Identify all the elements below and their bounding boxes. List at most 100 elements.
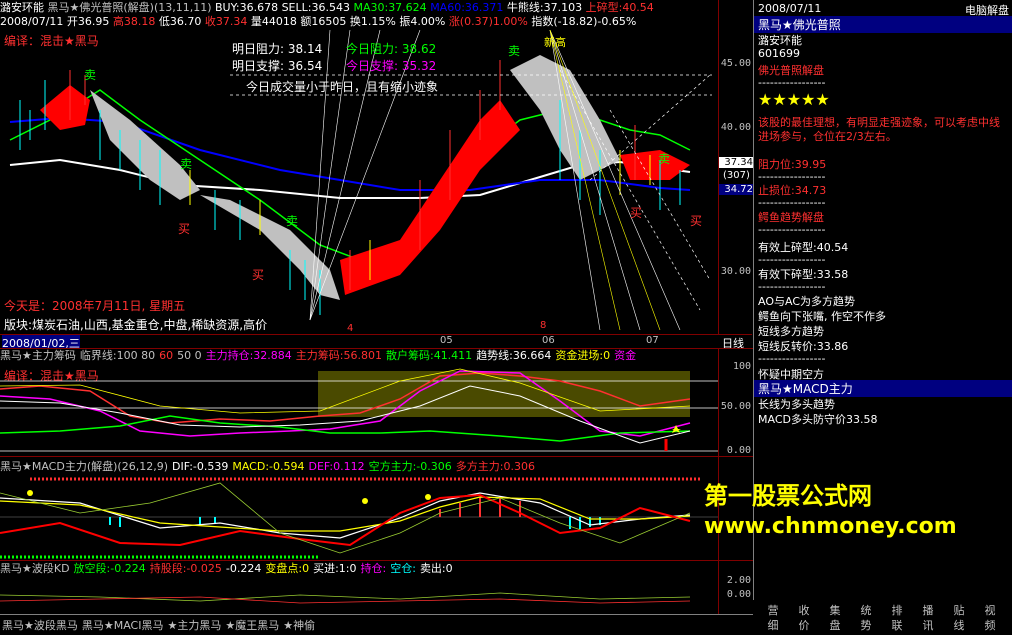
stock-name: 潞安环能 (0, 1, 44, 14)
header-value: 持仓: (360, 562, 387, 575)
quote-low: 低36.70 (158, 15, 202, 28)
side-tab[interactable]: 线 (947, 617, 971, 633)
sell-mark: 卖 (84, 68, 97, 82)
sell-value: SELL:36.543 (281, 1, 350, 14)
chip-chart (0, 368, 718, 452)
site-watermark-url: www.chnmoney.com (704, 514, 957, 539)
indicator-tabs: 黑马★波段黑马 黑马★MACI黑马 ★主力黑马 ★魔王黑马 ★神偷 (0, 614, 753, 635)
up-fractal-value: 上碎型:40.54 (585, 1, 654, 14)
kd-axis: 2.00 0.00 (718, 560, 753, 615)
separator: ----------------- (758, 223, 826, 236)
side-tab[interactable]: 播 (916, 602, 940, 618)
panel-stock-code: 601699 (758, 47, 800, 60)
macd-header: 黑马★MACD主力(解盘)(26,12,9) DIF:-0.539 MACD:-0.… (0, 460, 539, 474)
quote-index: 指数(-18.82)-0.65% (531, 15, 637, 28)
macd-panel[interactable]: 黑马★MACD主力(解盘)(26,12,9) DIF:-0.539 MACD:-0.… (0, 456, 718, 561)
header-value: 黑马★波段KD (0, 562, 70, 575)
site-watermark-title: 第一股票公式网 (704, 482, 872, 510)
advice-text: 该股的最佳理想，有明显走强迹象，可以考虑中线进场参与，仓位在2/3左右。 (758, 116, 1000, 143)
side-tabs: 营收集统排播贴视细价盘势联讯线频 (753, 600, 1012, 634)
quote-volume: 量44018 (250, 15, 297, 28)
side-tab[interactable]: 收 (792, 602, 816, 618)
header-value: MACD:-0.594 (232, 460, 305, 473)
quote-turnover: 换1.15% (349, 15, 396, 28)
quote-amplitude: 振4.00% (399, 15, 446, 28)
rating-stars: ★★★★★ (758, 90, 830, 109)
kd-header: 黑马★波段KD 放空段:-0.224 持股段:-0.025 -0.224 变盘点:0 买进… (0, 562, 457, 576)
side-tab[interactable]: 贴 (947, 602, 971, 618)
panel-stock-name: 潞安环能 (758, 34, 802, 47)
header-value: 多方主力:0.306 (455, 460, 535, 473)
sector-text: 版块:煤炭石油,山西,基金重仓,中盘,稀缺资源,高价 (4, 318, 268, 332)
kd-panel[interactable]: 黑马★波段KD 放空段:-0.224 持股段:-0.025 -0.224 变盘点:0 买进… (0, 560, 718, 615)
sell-mark: 卖 (286, 214, 299, 228)
axis-label: 100 (732, 361, 751, 372)
side-tab[interactable]: 势 (854, 617, 878, 633)
chip-panel[interactable]: 黑马★主力筹码 临界线:100 80 60 50 0 主力持仓:32.884 主力筹码:5… (0, 348, 718, 457)
trend-line: 鳄鱼向下张嘴, 作空不作多 (758, 310, 886, 323)
bar-count: (307) (723, 170, 750, 181)
chip-axis: 100 50.00 0.00 (718, 348, 753, 457)
header-value: 卖出:0 (419, 562, 453, 575)
month-label: 8 (540, 320, 547, 331)
side-tab[interactable]: 统 (854, 602, 878, 618)
separator: ----------------- (758, 196, 826, 209)
tomorrow-support: 明日支撑: 36.54 (232, 59, 323, 73)
macd-line: 长线为多头趋势 (758, 398, 835, 411)
axis-label: 50.00 (720, 401, 751, 412)
separator: ----------------- (758, 76, 826, 89)
kd-chart (0, 592, 691, 604)
macd-title: 黑马★MACD主力 (754, 380, 1012, 397)
axis-label: 0.00 (726, 589, 751, 600)
tomorrow-resistance: 明日阻力: 38.14 (232, 42, 323, 56)
date-bar: 2008/01/02,三 05 06 07 日线 (0, 334, 752, 351)
quote-open: 开36.95 (66, 15, 110, 28)
macd-line: MACD多头防守价33.58 (758, 413, 878, 426)
indicator-name: 黑马★佛光普照(解盘)(13,11,11) (47, 1, 212, 14)
tab-demon[interactable]: ★魔王黑马 (223, 615, 281, 635)
tab-maci[interactable]: 黑马★MACI黑马 (80, 615, 166, 635)
axis-label: 45.00 (720, 58, 751, 69)
separator: ----------------- (758, 280, 826, 293)
separator: ----------------- (758, 352, 826, 365)
sell-mark: 卖 (658, 152, 671, 166)
side-tab[interactable]: 营 (761, 602, 785, 618)
volume-note: 今日成交量小于昨日，且有缩小迹象 (246, 80, 439, 94)
side-tab[interactable]: 排 (885, 602, 909, 618)
side-tab[interactable]: 细 (761, 617, 785, 633)
side-tab[interactable]: 视 (978, 602, 1002, 618)
tab-thief[interactable]: ★神偷 (281, 615, 317, 635)
quote-date: 2008/07/11 (0, 15, 64, 28)
side-tab[interactable]: 频 (978, 617, 1002, 633)
month-label: 07 (646, 335, 659, 346)
side-tab[interactable]: 讯 (916, 617, 940, 633)
bull-line-value: 牛熊线:37.103 (506, 1, 583, 14)
side-tab[interactable]: 集 (823, 602, 847, 618)
month-label: 4 (347, 323, 354, 334)
trend-line: 短线多方趋势 (758, 325, 824, 338)
main-header: 潞安环能 黑马★佛光普照(解盘)(13,11,11) BUY:36.678 SE… (0, 1, 654, 15)
sell-mark: 卖 (508, 44, 521, 58)
header-value: 买进:1:0 (313, 562, 357, 575)
tab-band[interactable]: 黑马★波段黑马 (0, 615, 80, 635)
side-tab[interactable]: 盘 (823, 617, 847, 633)
trend-line: AO与AC为多方趋势 (758, 295, 856, 308)
header-value: 黑马★MACD主力(解盘)(26,12,9) (0, 460, 168, 473)
quote-amount: 额16505 (300, 15, 347, 28)
new-high-mark: 新高 (544, 36, 566, 49)
quote-high: 高38.18 (112, 15, 156, 28)
header-value: 空仓: (390, 562, 416, 575)
buy-mark: 买 (252, 268, 265, 282)
side-tab[interactable]: 价 (792, 617, 816, 633)
axis-label: 30.00 (720, 266, 751, 277)
tab-main-force[interactable]: ★主力黑马 (165, 615, 223, 635)
main-chart-panel[interactable]: 潞安环能 黑马★佛光普照(解盘)(13,11,11) BUY:36.678 SE… (0, 0, 718, 334)
month-label: 05 (440, 335, 453, 346)
month-label: 06 (542, 335, 555, 346)
ma60-value: MA60:36.371 (430, 1, 504, 14)
quote-close: 收37.34 (204, 15, 248, 28)
side-tab[interactable]: 联 (885, 617, 909, 633)
price-axis: 45.00 40.00 30.00 37.34 (307) 34.72 (718, 0, 753, 334)
header-value: 空方主力:-0.306 (368, 460, 452, 473)
buy-mark: 买 (690, 214, 703, 228)
